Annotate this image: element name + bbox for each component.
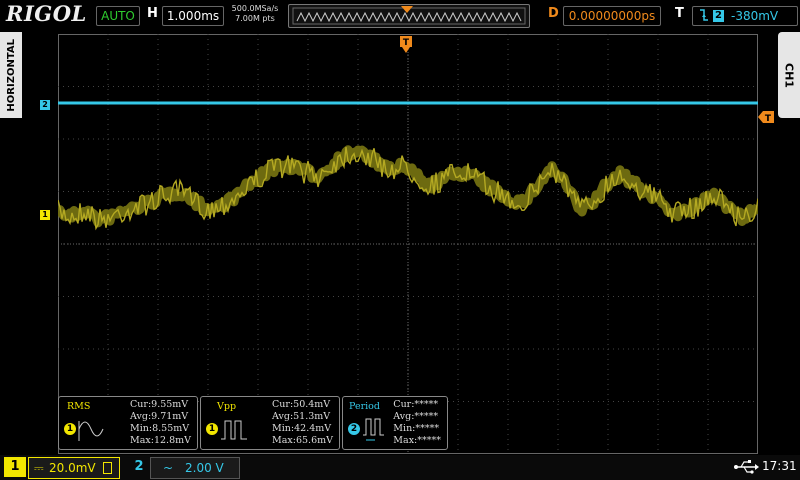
horizontal-menu-tab[interactable]: HORIZONTAL: [0, 32, 22, 118]
measurement-title: RMS: [67, 401, 91, 412]
trigger-label: T: [675, 6, 684, 21]
ch1-menu-tab[interactable]: CH1: [778, 32, 800, 118]
bottom-status-bar: [0, 455, 800, 480]
sample-rate: 500.0MSa/s: [231, 4, 279, 13]
ch2-label[interactable]: 2: [130, 457, 148, 477]
horizontal-delay-value[interactable]: 0.00000000ps: [563, 6, 661, 26]
graticule: [58, 34, 758, 454]
value-cur: Cur:*****: [393, 399, 439, 410]
horizontal-label: H: [147, 6, 158, 21]
value-avg: Avg:51.3mV: [272, 411, 331, 422]
value-avg: Avg:*****: [393, 411, 439, 422]
channel-badge: 1: [64, 423, 76, 435]
measurement-values: Cur:***** Avg:***** Min:***** Max:*****: [393, 399, 441, 447]
falling-edge-icon: [699, 8, 709, 27]
dc-coupling-icon: ⎓: [34, 461, 44, 475]
trigger-level-label: T: [765, 114, 772, 123]
trigger-source-badge: 2: [713, 10, 724, 22]
rms-wave-icon: [78, 421, 104, 441]
memory-waveform-icon: [292, 6, 526, 25]
ch1-label[interactable]: 1: [4, 457, 26, 477]
trigger-position-marker[interactable]: T: [400, 36, 412, 54]
bandwidth-limit-icon: [103, 462, 112, 474]
ac-coupling-icon: ~: [163, 461, 174, 475]
trigger-level-value: -380mV: [731, 9, 779, 23]
value-max: Max:12.8mV: [130, 435, 191, 446]
memory-overview-strip[interactable]: [288, 4, 530, 28]
value-avg: Avg:9.71mV: [130, 411, 189, 422]
measurement-title: Period: [349, 401, 380, 412]
vpp-pulse-icon: [221, 420, 247, 440]
trigger-level-marker[interactable]: T: [758, 108, 774, 124]
delay-label: D: [548, 6, 559, 21]
measurement-vpp[interactable]: Vpp 1 Cur:50.4mV Avg:51.3mV Min:42.4mV M…: [200, 396, 340, 450]
measurement-rms[interactable]: RMS 1 Cur:9.55mV Avg:9.71mV Min:8.55mV M…: [58, 396, 198, 450]
ch1-scale-value: 20.0mV: [49, 461, 96, 475]
sample-info: 500.0MSa/s 7.00M pts: [228, 4, 282, 24]
ch1-scale-setting[interactable]: ⎓ 20.0mV: [28, 457, 120, 479]
value-min: Min:8.55mV: [130, 423, 190, 434]
value-max: Max:65.6mV: [272, 435, 333, 446]
period-pulse-icon: [363, 418, 384, 441]
memory-depth: 7.00M pts: [235, 14, 275, 23]
waveform-display[interactable]: [58, 34, 758, 454]
ch1-tab-label: CH1: [782, 62, 796, 88]
value-min: Min:*****: [393, 423, 440, 434]
value-min: Min:42.4mV: [272, 423, 332, 434]
ch2-scale-value: 2.00 V: [185, 461, 224, 475]
run-mode-status[interactable]: AUTO: [96, 6, 140, 26]
measurement-values: Cur:9.55mV Avg:9.71mV Min:8.55mV Max:12.…: [130, 399, 191, 447]
value-cur: Cur:9.55mV: [130, 399, 189, 410]
value-max: Max:*****: [393, 435, 441, 446]
timebase-value[interactable]: 1.000ms: [162, 6, 224, 26]
measurement-title: Vpp: [217, 401, 237, 412]
ch2-scale-setting[interactable]: ~ 2.00 V: [150, 457, 240, 479]
trigger-position-label: T: [403, 38, 410, 48]
clock: 17:31: [762, 459, 797, 473]
measurement-values: Cur:50.4mV Avg:51.3mV Min:42.4mV Max:65.…: [272, 399, 333, 447]
rigol-logo: RIGOL: [6, 1, 87, 26]
usb-icon: [733, 459, 759, 475]
channel-badge: 2: [348, 423, 360, 435]
trigger-settings[interactable]: 2 -380mV: [692, 6, 798, 26]
ch2-position-marker[interactable]: 2: [40, 100, 50, 110]
ch1-position-marker[interactable]: 1: [40, 210, 50, 220]
horizontal-tab-label: HORIZONTAL: [5, 38, 17, 112]
channel-badge: 1: [206, 423, 218, 435]
value-cur: Cur:50.4mV: [272, 399, 331, 410]
measurement-period[interactable]: Period 2 Cur:***** Avg:***** Min:***** M…: [342, 396, 448, 450]
